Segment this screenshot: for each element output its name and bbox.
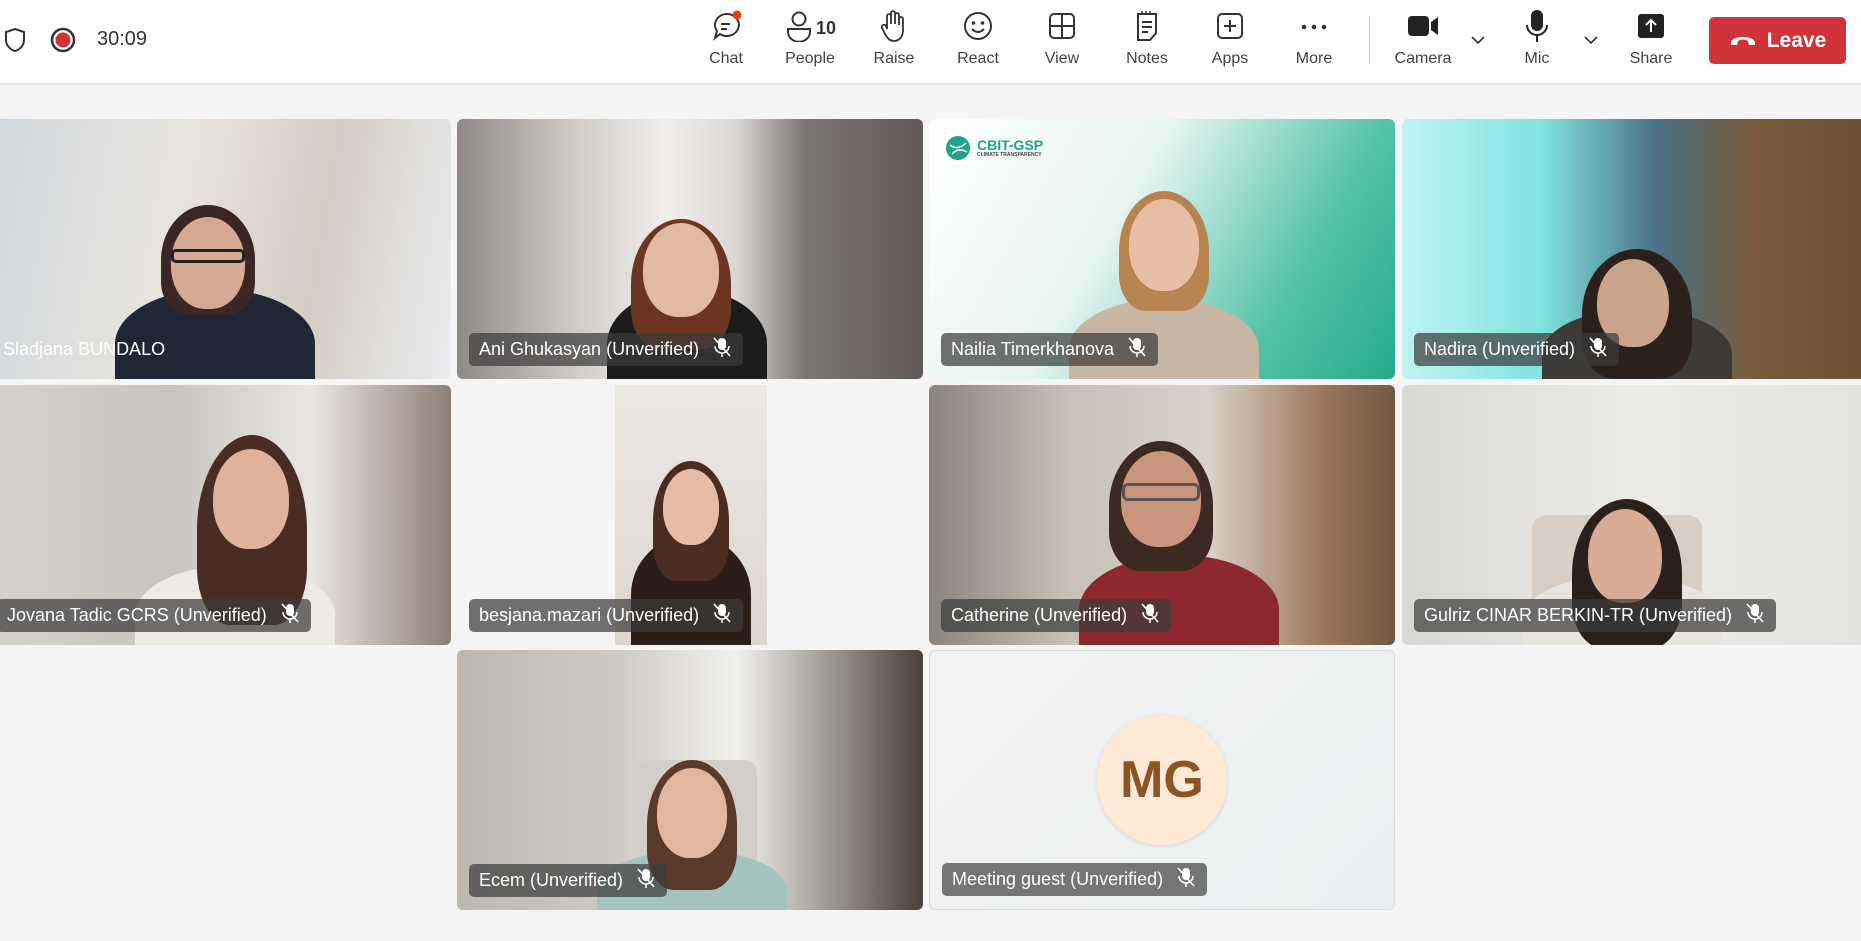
video-tile[interactable]: Catherine (Unverified) (929, 385, 1395, 645)
people-count: 10 (815, 17, 837, 38)
people-button[interactable]: 10 People (772, 8, 848, 78)
view-button[interactable]: View (1024, 8, 1100, 78)
mic-icon (1524, 8, 1550, 49)
participant-name: Ani Ghukasyan (Unverified) (479, 339, 700, 359)
chat-button[interactable]: Chat (688, 8, 764, 78)
participant-name: besjana.mazari (Unverified) (479, 605, 700, 625)
mic-options-chevron-icon[interactable] (1579, 28, 1603, 52)
mic-muted-icon (713, 602, 731, 629)
leave-button[interactable]: Leave (1709, 17, 1846, 64)
participant-name: Gulriz CINAR BERKIN-TR (Unverified) (1424, 605, 1733, 625)
video-tile[interactable]: Jovana Tadic GCRS (Unverified) (0, 385, 451, 645)
mic-muted-icon (1177, 866, 1195, 893)
participant-name: Sladjana BUNDALO (3, 339, 166, 359)
video-tile[interactable]: besjana.mazari (Unverified) (457, 385, 923, 645)
raise-hand-button[interactable]: Raise (856, 8, 932, 78)
mic-muted-icon (1141, 602, 1159, 629)
toolbar-divider (1369, 16, 1370, 64)
meeting-timer: 30:09 (97, 28, 148, 50)
participant-name: Nadira (Unverified) (1424, 339, 1576, 359)
plus-square-icon (1215, 11, 1245, 46)
video-tile[interactable]: Ani Ghukasyan (Unverified) (457, 119, 923, 379)
meeting-toolbar: 30:09 Chat 10 People Raise React View No… (0, 0, 1861, 85)
grid-view-icon (1047, 11, 1077, 46)
mic-muted-icon (1746, 602, 1764, 629)
mic-button[interactable]: Mic (1499, 8, 1575, 78)
participant-name: Ecem (Unverified) (479, 870, 624, 890)
mic-muted-icon (713, 336, 731, 363)
cbit-gsp-logo: CBIT-GSP CLIMATE TRANSPARENCY (945, 135, 1043, 161)
mic-muted-icon (281, 602, 299, 629)
participant-name: Catherine (Unverified) (951, 605, 1128, 625)
video-tile[interactable]: MG Meeting guest (Unverified) (929, 650, 1395, 910)
participant-name: Nailia Timerkhanova (951, 339, 1115, 359)
participant-name: Jovana Tadic GCRS (Unverified) (7, 605, 267, 625)
avatar: MG (1097, 715, 1227, 845)
notes-button[interactable]: Notes (1109, 8, 1185, 78)
more-dots-icon (1299, 19, 1329, 37)
hang-up-icon (1729, 29, 1757, 53)
mic-muted-icon (1128, 336, 1146, 363)
participant-name: Meeting guest (Unverified) (952, 869, 1164, 889)
more-button[interactable]: More (1276, 8, 1352, 78)
apps-button[interactable]: Apps (1192, 8, 1268, 78)
video-tile[interactable]: CBIT-GSP CLIMATE TRANSPARENCY Nailia Time… (929, 119, 1395, 379)
raise-hand-icon (879, 9, 909, 48)
people-icon (784, 10, 814, 47)
mic-muted-icon (637, 867, 655, 894)
mic-muted-icon (1589, 336, 1607, 363)
notes-icon (1133, 9, 1161, 48)
camera-options-chevron-icon[interactable] (1466, 28, 1490, 52)
shield-icon (4, 27, 26, 58)
smiley-icon (962, 10, 994, 47)
chat-icon (709, 9, 743, 48)
video-tile[interactable]: Ecem (Unverified) (457, 650, 923, 910)
react-button[interactable]: React (940, 8, 1016, 78)
share-button[interactable]: Share (1613, 8, 1689, 78)
video-tile[interactable]: Nadira (Unverified) (1402, 119, 1861, 379)
video-tile[interactable]: Sladjana BUNDALO (0, 119, 451, 379)
share-icon (1636, 12, 1666, 45)
camera-icon (1406, 13, 1440, 44)
camera-button[interactable]: Camera (1385, 8, 1461, 78)
recording-icon (50, 27, 76, 58)
video-tile[interactable]: Gulriz CINAR BERKIN-TR (Unverified) (1402, 385, 1861, 645)
